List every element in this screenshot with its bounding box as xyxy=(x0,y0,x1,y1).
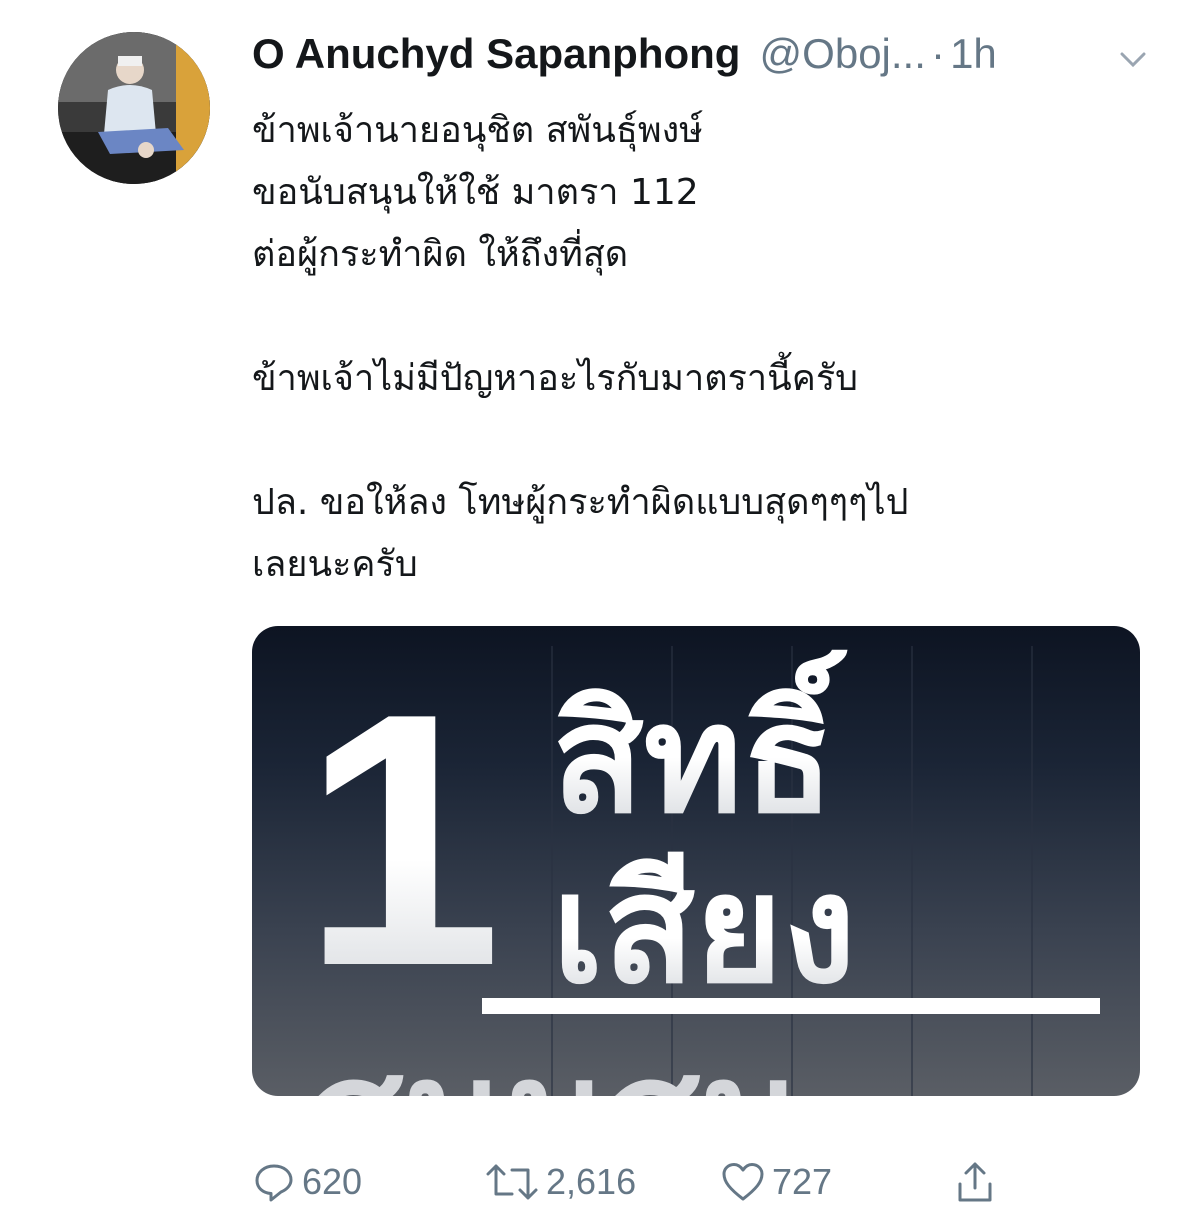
tweet-line: ข้าพเจ้าไม่มีปัญหาอะไรกับมาตรานี้ครับ xyxy=(252,358,859,399)
media-image: 1 สิทธิ์ เสียง สนนสน xyxy=(302,639,1100,1096)
share-icon xyxy=(958,1162,992,1202)
tweet-actions: 620 2,616 727 xyxy=(252,1152,1012,1212)
chevron-down-icon[interactable] xyxy=(1116,42,1150,76)
tweet-media-card[interactable]: 1 สิทธิ์ เสียง สนนสน xyxy=(252,626,1140,1096)
separator-dot: · xyxy=(930,30,945,77)
tweet-line: ปล. ขอให้ลง โทษผู้กระทำผิดแบบสุดๆๆๆไป xyxy=(252,482,909,523)
reply-button[interactable]: 620 xyxy=(252,1152,362,1212)
like-count: 727 xyxy=(772,1161,833,1202)
card-line-1: สิทธิ์ xyxy=(552,649,848,847)
reply-icon xyxy=(255,1164,293,1202)
author-name[interactable]: O Anuchyd Sapanphong xyxy=(252,30,740,77)
retweet-icon xyxy=(486,1164,538,1200)
avatar-photo xyxy=(58,32,210,184)
tweet-line: ต่อผู้กระทำผิด ให้ถึงที่สุด xyxy=(252,234,629,275)
like-button[interactable]: 727 xyxy=(720,1152,832,1212)
tweet-line: ขอนับสนุนให้ใช้ มาตรา 112 xyxy=(252,172,699,213)
retweet-button[interactable]: 2,616 xyxy=(484,1152,636,1212)
share-button[interactable] xyxy=(952,1152,998,1212)
card-line-3: สนนสน xyxy=(312,1028,803,1096)
tweet-header: O Anuchyd Sapanphong @Oboj... · 1h xyxy=(252,30,1160,90)
tweet-line: ข้าพเจ้านายอนุชิต สพันธุ์พงษ์ xyxy=(252,110,703,151)
heart-icon xyxy=(722,1163,764,1201)
tweet-text: ข้าพเจ้านายอนุชิต สพันธุ์พงษ์ ขอนับสนุนใ… xyxy=(252,100,1152,596)
tweet-time[interactable]: 1h xyxy=(950,30,997,77)
tweet-line: เลยนะครับ xyxy=(252,544,418,585)
card-big-number: 1 xyxy=(302,639,502,1041)
author-avatar[interactable] xyxy=(58,32,210,184)
author-handle[interactable]: @Oboj... xyxy=(760,30,926,77)
retweet-count: 2,616 xyxy=(546,1161,637,1202)
card-divider xyxy=(482,998,1100,1014)
card-line-2: เสียง xyxy=(552,843,856,1017)
reply-count: 620 xyxy=(302,1161,363,1202)
